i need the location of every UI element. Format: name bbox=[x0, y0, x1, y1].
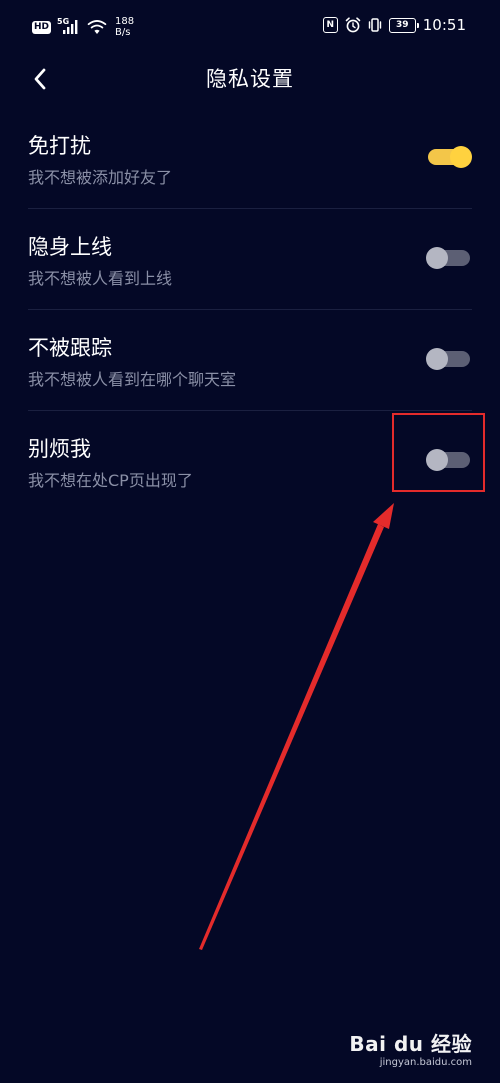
chevron-left-icon bbox=[34, 68, 46, 90]
network-speed-value: 188 bbox=[115, 16, 135, 27]
hd-icon: HD bbox=[32, 20, 52, 34]
vibrate-icon bbox=[368, 18, 381, 32]
toggle-knob bbox=[426, 348, 448, 370]
cellular-signal-icon: 5G bbox=[57, 17, 81, 35]
setting-description: 我不想被人看到在哪个聊天室 bbox=[28, 370, 237, 389]
wifi-icon bbox=[87, 20, 107, 34]
setting-title: 隐身上线 bbox=[28, 235, 112, 259]
setting-row-invisible-online: 隐身上线 我不想被人看到上线 bbox=[28, 209, 472, 310]
setting-title: 别烦我 bbox=[28, 437, 91, 461]
toggle-knob bbox=[426, 449, 448, 471]
network-speed: 188 B/s bbox=[115, 16, 134, 38]
signal-bars-icon bbox=[63, 20, 78, 34]
watermark: Bai du 经验 jingyan.baidu.com bbox=[349, 1033, 472, 1069]
watermark-brand: Bai du 经验 bbox=[349, 1032, 472, 1056]
back-button[interactable] bbox=[24, 61, 56, 97]
setting-row-do-not-disturb: 免打扰 我不想被添加好友了 bbox=[28, 108, 472, 209]
status-bar: HD 5G 188 B/s N 39 10:51 bbox=[0, 0, 500, 60]
privacy-settings-list: 免打扰 我不想被添加好友了 隐身上线 我不想被人看到上线 不被跟踪 我不想被人看… bbox=[0, 108, 500, 511]
setting-description: 我不想在处CP页出现了 bbox=[28, 471, 193, 490]
status-time: 10:51 bbox=[422, 16, 466, 34]
invisible-online-toggle[interactable] bbox=[426, 247, 470, 269]
page-header: 隐私设置 bbox=[0, 55, 500, 103]
dont-bother-me-toggle[interactable] bbox=[426, 449, 470, 471]
do-not-disturb-toggle[interactable] bbox=[428, 146, 472, 168]
page-title: 隐私设置 bbox=[206, 67, 294, 91]
watermark-url: jingyan.baidu.com bbox=[379, 1057, 472, 1068]
setting-title: 不被跟踪 bbox=[28, 336, 112, 360]
setting-description: 我不想被人看到上线 bbox=[28, 269, 173, 288]
setting-title: 免打扰 bbox=[28, 134, 91, 158]
status-left: HD 5G 188 B/s bbox=[32, 16, 134, 38]
battery-icon: 39 bbox=[388, 17, 419, 33]
setting-row-dont-bother-me: 别烦我 我不想在处CP页出现了 bbox=[28, 411, 472, 511]
no-tracking-toggle[interactable] bbox=[426, 348, 470, 370]
alarm-icon bbox=[345, 17, 361, 33]
setting-description: 我不想被添加好友了 bbox=[28, 168, 173, 187]
toggle-knob bbox=[426, 247, 448, 269]
battery-level: 39 bbox=[396, 19, 409, 30]
setting-row-no-tracking: 不被跟踪 我不想被人看到在哪个聊天室 bbox=[28, 310, 472, 411]
nfc-icon: N bbox=[322, 17, 338, 33]
network-speed-unit: B/s bbox=[115, 27, 131, 38]
toggle-knob bbox=[450, 146, 472, 168]
status-right: N 39 10:51 bbox=[322, 16, 466, 34]
